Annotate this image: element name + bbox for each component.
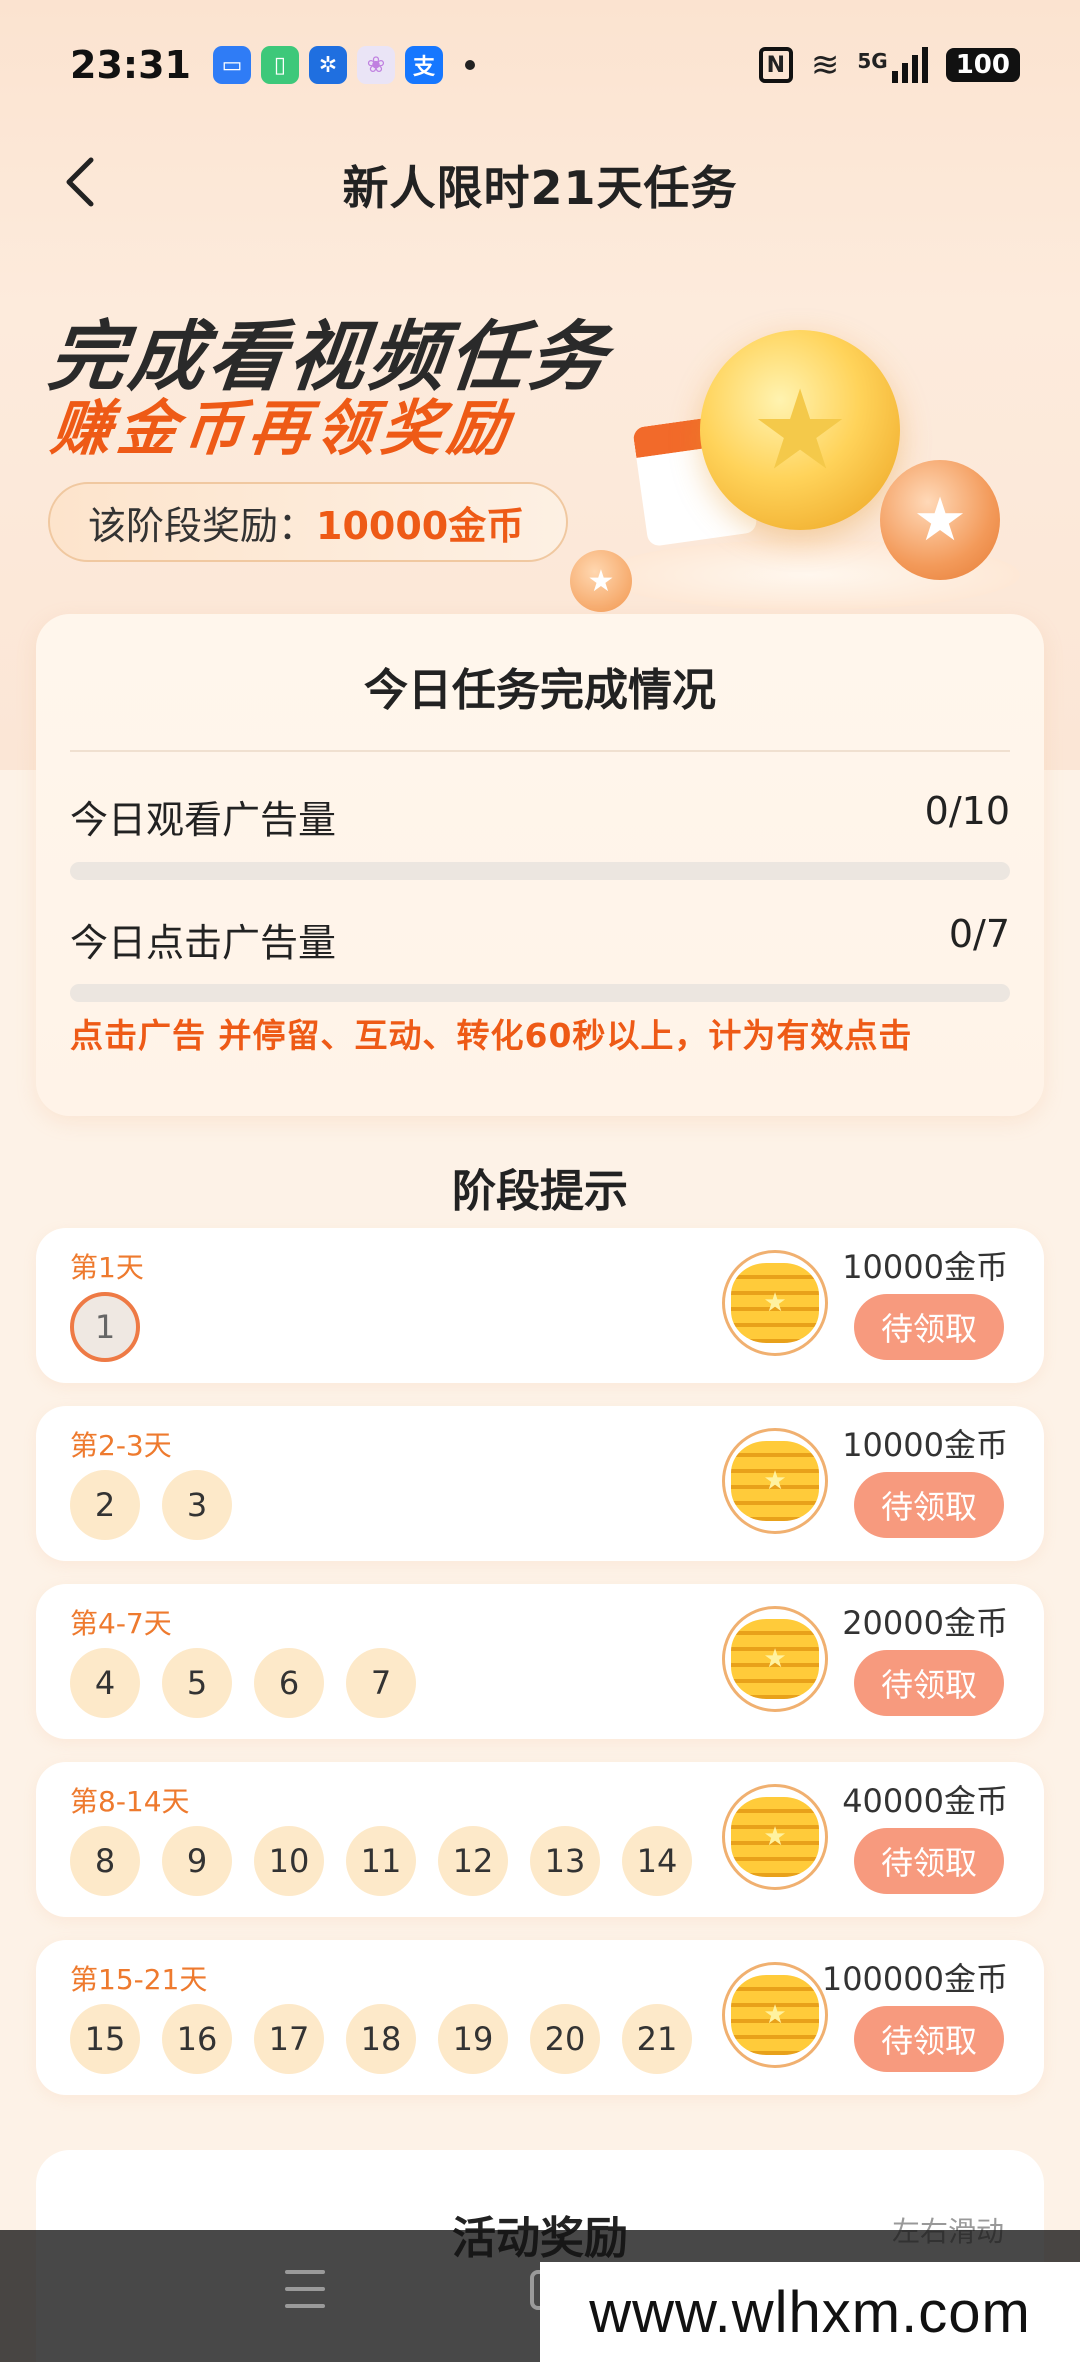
page-title: 新人限时21天任务 bbox=[342, 161, 738, 215]
nfc-icon: N bbox=[758, 47, 793, 83]
recent-apps-button[interactable] bbox=[285, 2270, 325, 2308]
stage-label: 第15-21天 bbox=[70, 1963, 208, 1996]
day-bubble: 19 bbox=[438, 2004, 508, 2074]
alipay-app-icon: 支 bbox=[404, 46, 443, 84]
battery-app-icon: ▯ bbox=[260, 46, 299, 84]
pinwheel-app-icon: ✲ bbox=[308, 46, 347, 84]
day-bubble: 15 bbox=[70, 2004, 140, 2074]
stage-card: 第4-7天 4 5 6 7 ★ 20000金币待领取 bbox=[36, 1584, 1044, 1739]
coin-star-icon: ★ bbox=[731, 1797, 819, 1877]
day-list: 8 9 10 11 12 13 14 bbox=[70, 1826, 692, 1896]
today-task-card: 今日任务完成情况 今日观看广告量 0/10 今日点击广告量 0/7 点击广告 并… bbox=[36, 614, 1044, 1116]
stage-amount: 40000金币 bbox=[842, 1782, 1008, 1820]
day-bubble: 7 bbox=[346, 1648, 416, 1718]
day-bubble: 16 bbox=[162, 2004, 232, 2074]
coin-stack-icon: ★ bbox=[722, 1962, 828, 2068]
stage-reward-label: 该阶段奖励： bbox=[88, 503, 317, 548]
coin-star-icon: ★ bbox=[731, 1975, 819, 2055]
page-header: 新人限时21天任务 bbox=[0, 130, 1080, 240]
day-bubble: 13 bbox=[530, 1826, 600, 1896]
day-list: 15 16 17 18 19 20 21 bbox=[70, 2004, 692, 2074]
stage-card: 第15-21天 15 16 17 18 19 20 21 ★ 100000金币待领取 bbox=[36, 1940, 1044, 2095]
stage-label: 第8-14天 bbox=[70, 1785, 190, 1818]
system-indicators: N ≋ 5G 100 bbox=[758, 45, 1020, 85]
notification-icons: ▭ ▯ ✲ ❀ 支 bbox=[212, 46, 475, 84]
day-bubble: 14 bbox=[622, 1826, 692, 1896]
claim-button[interactable]: 待领取 bbox=[854, 1650, 1004, 1716]
click-ad-count: 0/7 bbox=[948, 912, 1010, 956]
day-list: 23 bbox=[70, 1470, 232, 1540]
watch-ad-row: 今日观看广告量 0/10 bbox=[70, 789, 1010, 844]
status-bar: 23:31 ▭ ▯ ✲ ❀ 支 N ≋ 5G 100 bbox=[0, 0, 1080, 130]
stage-reward-amount: 10000金币 bbox=[316, 503, 525, 548]
day-bubble: 20 bbox=[530, 2004, 600, 2074]
claim-button[interactable]: 待领取 bbox=[854, 1828, 1004, 1894]
coin-star-icon: ★ bbox=[731, 1619, 819, 1699]
valid-click-note: 点击广告 并停留、互动、转化60秒以上，计为有效点击 bbox=[70, 1016, 913, 1055]
watch-ad-count: 0/10 bbox=[924, 789, 1010, 833]
stage-card: 第8-14天 8 9 10 11 12 13 14 ★ 40000金币待领取 bbox=[36, 1762, 1044, 1917]
day-bubble: 21 bbox=[622, 2004, 692, 2074]
day-bubble: 5 bbox=[162, 1648, 232, 1718]
network-type: 5G bbox=[857, 49, 888, 73]
click-ad-label: 今日点击广告量 bbox=[70, 921, 337, 965]
stage-label: 第1天 bbox=[70, 1251, 144, 1284]
chevron-left-icon bbox=[66, 157, 94, 207]
small-coin-illustration: ★ bbox=[570, 550, 632, 612]
banner-subheadline: 赚金币再领奖励 bbox=[47, 394, 518, 464]
more-notifications-dot bbox=[464, 60, 475, 70]
day-list: 4567 bbox=[70, 1648, 416, 1718]
coin-stack-icon: ★ bbox=[722, 1606, 828, 1712]
click-ad-progress bbox=[70, 984, 1010, 1002]
day-bubble: 9 bbox=[162, 1826, 232, 1896]
click-ad-row: 今日点击广告量 0/7 bbox=[70, 912, 1010, 967]
stage-card: 第2-3天 2 3 ★ 10000金币待领取 bbox=[36, 1406, 1044, 1561]
photos-app-icon: ❀ bbox=[356, 46, 395, 84]
coin-star-icon: ★ bbox=[731, 1263, 819, 1343]
coin-stack-icon: ★ bbox=[722, 1428, 828, 1534]
today-card-title: 今日任务完成情况 bbox=[364, 665, 716, 716]
back-button[interactable] bbox=[50, 152, 110, 212]
day-bubble: 6 bbox=[254, 1648, 324, 1718]
message-app-icon: ▭ bbox=[212, 46, 251, 84]
stage-amount: 10000金币 bbox=[842, 1426, 1008, 1464]
divider bbox=[70, 750, 1010, 752]
day-bubble: 2 bbox=[70, 1470, 140, 1540]
wifi-icon: ≋ bbox=[810, 45, 840, 85]
stage-amount: 20000金币 bbox=[842, 1604, 1008, 1642]
coin-stack-icon: ★ bbox=[722, 1784, 828, 1890]
claim-button[interactable]: 待领取 bbox=[854, 1472, 1004, 1538]
day-bubble: 8 bbox=[70, 1826, 140, 1896]
watch-ad-progress bbox=[70, 862, 1010, 880]
stage-amount: 100000金币 bbox=[821, 1960, 1008, 1998]
coin-star-icon: ★ bbox=[731, 1441, 819, 1521]
orange-coin-illustration: ★ bbox=[880, 460, 1000, 580]
day-bubble: 18 bbox=[346, 2004, 416, 2074]
stage-card: 第1天 1 ★ 10000金币待领取 bbox=[36, 1228, 1044, 1383]
day-bubble: 11 bbox=[346, 1826, 416, 1896]
watermark: www.wlhxm.com bbox=[540, 2262, 1080, 2362]
stage-amount: 10000金币 bbox=[842, 1248, 1008, 1286]
stage-label: 第4-7天 bbox=[70, 1607, 172, 1640]
day-bubble: 4 bbox=[70, 1648, 140, 1718]
stage-label: 第2-3天 bbox=[70, 1429, 172, 1462]
stages-title: 阶段提示 bbox=[452, 1166, 628, 1217]
day-bubble: 10 bbox=[254, 1826, 324, 1896]
day-bubble: 12 bbox=[438, 1826, 508, 1896]
day-list: 1 bbox=[70, 1292, 140, 1362]
status-time: 23:31 bbox=[70, 43, 191, 87]
battery-indicator: 100 bbox=[945, 48, 1020, 82]
day-bubble: 1 bbox=[70, 1292, 140, 1362]
day-bubble: 17 bbox=[254, 2004, 324, 2074]
signal-icon bbox=[891, 47, 928, 83]
coin-stack-icon: ★ bbox=[722, 1250, 828, 1356]
gold-coin-illustration: ★ bbox=[700, 330, 900, 530]
day-bubble: 3 bbox=[162, 1470, 232, 1540]
claim-button[interactable]: 待领取 bbox=[854, 1294, 1004, 1360]
claim-button[interactable]: 待领取 bbox=[854, 2006, 1004, 2072]
stage-reward-pill: 该阶段奖励： 10000金币 bbox=[48, 482, 568, 562]
watch-ad-label: 今日观看广告量 bbox=[70, 798, 337, 842]
